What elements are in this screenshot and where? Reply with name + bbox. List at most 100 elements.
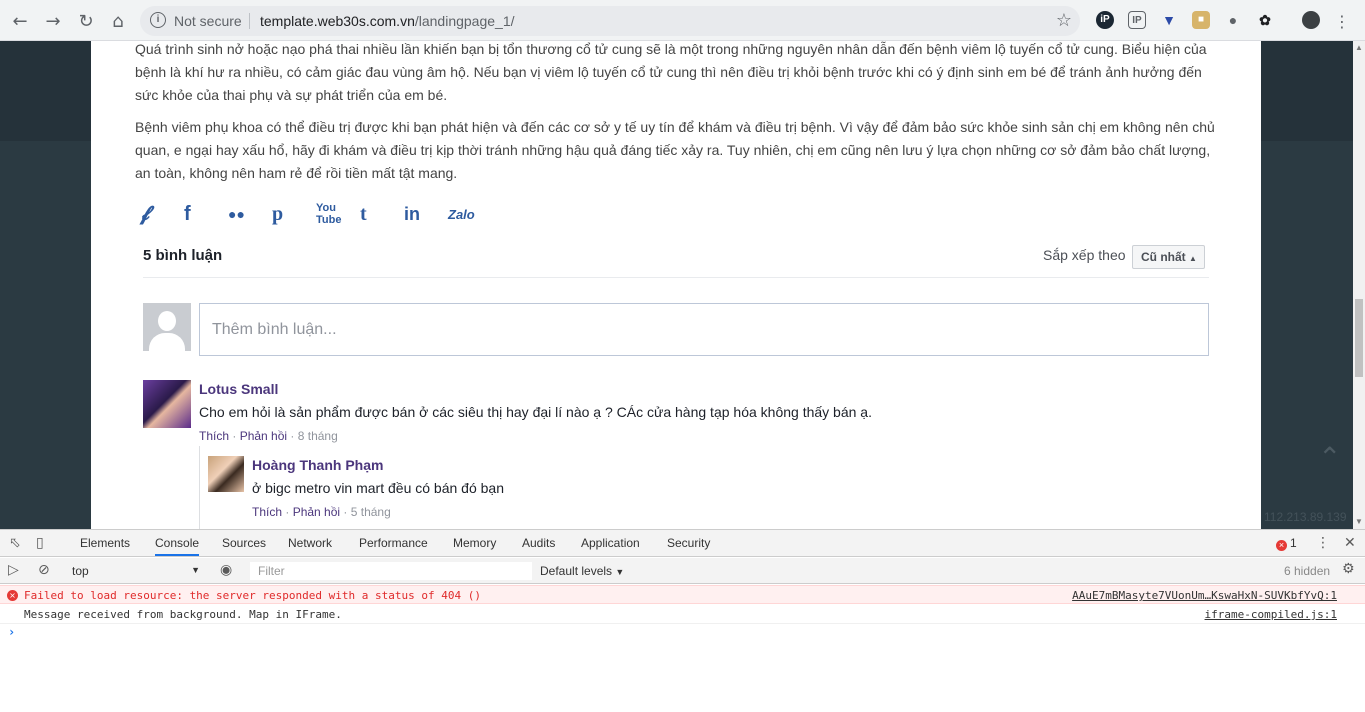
scroll-down-icon[interactable]: ▼	[1355, 517, 1363, 526]
facebook-icon[interactable]: f	[184, 203, 228, 226]
console-source-link[interactable]: iframe-compiled.js:1	[1205, 608, 1337, 621]
comment-text: Cho em hỏi là sản phẩm được bán ở các si…	[199, 404, 872, 420]
log-levels-select[interactable]: Default levels ▼	[540, 564, 624, 578]
comment-count: 5 bình luận	[143, 247, 223, 264]
comment-text: ở bigc metro vin mart đều có bán đó bạn	[252, 480, 504, 496]
error-icon: ×	[1276, 540, 1287, 551]
comment-input[interactable]: Thêm bình luận...	[199, 303, 1209, 356]
comment-author[interactable]: Hoàng Thanh Phạm	[252, 457, 383, 473]
back-to-top-icon[interactable]: ⌃	[1318, 441, 1341, 474]
tab-network[interactable]: Network	[288, 536, 332, 550]
like-link[interactable]: Thích	[199, 429, 229, 443]
console-message: × Failed to load resource: the server re…	[0, 585, 1365, 604]
url-host: template.web30s.com.vn	[260, 13, 415, 29]
url-text[interactable]: template.web30s.com.vn/landingpage_1/	[260, 13, 515, 29]
more-options-icon[interactable]: ⋮	[1316, 535, 1330, 551]
twitter-icon[interactable]: 𝓯	[140, 203, 184, 226]
page-scrollbar[interactable]: ▲ ▼	[1353, 41, 1365, 529]
reload-icon[interactable]: ↻	[74, 9, 98, 33]
console-message-text: Failed to load resource: the server resp…	[24, 589, 481, 602]
chevron-down-icon: ▼	[191, 565, 200, 575]
menu-dots-icon[interactable]: ⋮	[1330, 9, 1354, 33]
tab-elements[interactable]: Elements	[80, 536, 130, 550]
tab-memory[interactable]: Memory	[453, 536, 496, 550]
home-icon[interactable]: ⌂	[106, 9, 130, 33]
bookmark-star-icon[interactable]: ☆	[1056, 10, 1072, 31]
comment-actions: Thích · Phản hồi · 5 tháng	[252, 505, 391, 519]
security-label: Not secure	[174, 13, 242, 29]
console-message-text: Message received from background. Map in…	[24, 608, 342, 621]
gnome-extension-icon[interactable]: ✿	[1256, 11, 1274, 29]
tab-console[interactable]: Console	[155, 536, 200, 556]
vpn-extension-icon[interactable]: ▼	[1160, 11, 1178, 29]
scroll-thumb[interactable]	[1355, 299, 1363, 377]
sort-arrows-icon: ▲	[1189, 254, 1197, 263]
article-paragraph: Quá trình sinh nở hoặc nạo phá thai nhiề…	[135, 41, 1207, 103]
briefcase-extension-icon[interactable]: ■	[1192, 11, 1210, 29]
context-value: top	[72, 564, 89, 578]
sort-select[interactable]: Cũ nhất ▲	[1132, 245, 1205, 269]
social-share-bar: 𝓯 f ●● p You Tube t in Zalo	[140, 201, 492, 227]
console-message: Message received from background. Map in…	[0, 605, 1365, 624]
avatar[interactable]	[208, 456, 244, 492]
browser-toolbar: ← → ↻ ⌂ i Not secure template.web30s.com…	[0, 0, 1365, 41]
tab-sources[interactable]: Sources	[222, 536, 266, 550]
location-pin-icon[interactable]: ●	[1224, 11, 1242, 29]
devtools-panel: ⬁ ▯ Elements Console Sources Network Per…	[0, 529, 1365, 712]
info-icon[interactable]: i	[150, 12, 166, 28]
page-viewport: Quá trình sinh nở hoặc nạo phá thai nhiề…	[0, 41, 1353, 529]
log-levels-value: Default levels	[540, 564, 613, 578]
reply-link[interactable]: Phản hồi	[240, 429, 287, 443]
filter-input[interactable]: Filter	[250, 562, 532, 580]
tab-security[interactable]: Security	[667, 536, 710, 550]
sort-label: Sắp xếp theo	[1043, 247, 1126, 263]
avatar[interactable]	[143, 380, 191, 428]
divider	[249, 13, 250, 29]
sort-select-value: Cũ nhất	[1141, 250, 1186, 264]
scroll-up-icon[interactable]: ▲	[1355, 43, 1363, 52]
error-count: 1	[1290, 536, 1297, 550]
console-source-link[interactable]: AAuE7mBMasyte7VUonUm…KswaHxN-SUVKbfYvQ:1	[1072, 589, 1337, 602]
address-bar[interactable]: i Not secure template.web30s.com.vn/land…	[140, 6, 1080, 36]
console-prompt-icon[interactable]: ›	[8, 625, 15, 639]
ip-address-text: 112.213.89.139	[1264, 510, 1347, 524]
zalo-icon[interactable]: Zalo	[448, 207, 492, 222]
forward-icon[interactable]: →	[41, 9, 65, 33]
article-content: Quá trình sinh nở hoặc nạo phá thai nhiề…	[91, 41, 1261, 529]
sidebar-toggle-icon[interactable]: ▷	[8, 562, 19, 578]
tumblr-icon[interactable]: t	[360, 203, 404, 226]
like-link[interactable]: Thích	[252, 505, 282, 519]
comment-author[interactable]: Lotus Small	[199, 381, 278, 397]
inspect-element-icon[interactable]: ⬁	[9, 535, 21, 551]
ip-info-extension-icon[interactable]: IP	[1128, 11, 1146, 29]
back-icon[interactable]: ←	[8, 9, 32, 33]
divider	[143, 277, 1209, 278]
linkedin-icon[interactable]: in	[404, 204, 448, 225]
gear-icon[interactable]: ⚙	[1342, 561, 1355, 577]
context-select[interactable]: top ▼	[66, 562, 204, 580]
youtube-icon[interactable]: You Tube	[316, 202, 360, 226]
error-count-badge[interactable]: × 1	[1276, 536, 1297, 551]
tab-performance[interactable]: Performance	[359, 536, 428, 550]
devtools-tab-bar: ⬁ ▯ Elements Console Sources Network Per…	[0, 530, 1365, 557]
device-toolbar-icon[interactable]: ▯	[36, 535, 44, 551]
comment-time[interactable]: 8 tháng	[298, 429, 338, 443]
chevron-down-icon: ▼	[615, 567, 625, 577]
article-paragraph: Bệnh viêm phụ khoa có thể điều trị được …	[135, 119, 1215, 181]
clear-console-icon[interactable]: ⊘	[38, 562, 50, 578]
console-toolbar: ▷ ⊘ top ▼ ◉ Filter Default levels ▼ 6 hid…	[0, 558, 1365, 584]
eye-icon[interactable]: ◉	[220, 562, 232, 578]
pinterest-icon[interactable]: p	[272, 203, 316, 226]
reply-link[interactable]: Phản hồi	[293, 505, 340, 519]
hidden-count: 6 hidden	[1284, 564, 1331, 578]
comment-actions: Thích · Phản hồi · 8 tháng	[199, 429, 338, 443]
ip-extension-icon[interactable]: iP	[1096, 11, 1114, 29]
flickr-icon[interactable]: ●●	[228, 206, 272, 222]
url-path: /landingpage_1/	[414, 13, 515, 29]
comment-time[interactable]: 5 tháng	[351, 505, 391, 519]
avatar	[143, 303, 191, 351]
tab-audits[interactable]: Audits	[522, 536, 555, 550]
close-icon[interactable]: ✕	[1344, 535, 1356, 551]
tab-application[interactable]: Application	[581, 536, 640, 550]
profile-avatar[interactable]	[1302, 11, 1320, 29]
